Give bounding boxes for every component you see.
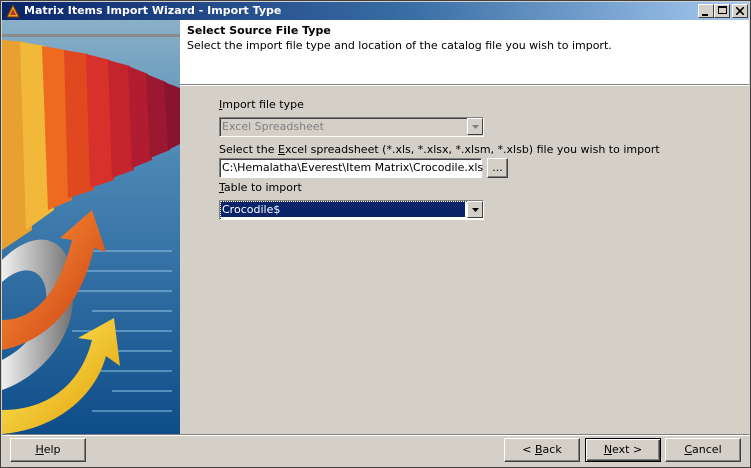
page-description: Select the import file type and location…	[187, 39, 612, 52]
import-file-type-label: Import file type	[219, 98, 304, 111]
spreadsheet-label: Select the Excel spreadsheet (*.xls, *.x…	[219, 143, 660, 156]
maximize-button[interactable]	[714, 4, 730, 18]
page-title: Select Source File Type	[187, 24, 331, 37]
file-path-value: C:\Hemalatha\Everest\Item Matrix\Crocodi…	[222, 161, 484, 174]
wizard-side-image	[2, 20, 180, 434]
browse-button[interactable]: ...	[487, 158, 508, 178]
header-divider	[180, 84, 749, 86]
close-button[interactable]	[732, 4, 748, 18]
import-file-type-dropdown[interactable]: Excel Spreadsheet	[219, 117, 484, 137]
file-path-field[interactable]: C:\Hemalatha\Everest\Item Matrix\Crocodi…	[219, 158, 484, 178]
minimize-icon	[702, 14, 708, 16]
wizard-header: Select Source File Type Select the impor…	[180, 20, 749, 84]
minimize-button[interactable]	[698, 4, 714, 18]
title-bar[interactable]: Matrix Items Import Wizard - Import Type	[2, 2, 749, 20]
close-icon	[735, 6, 745, 16]
help-button[interactable]: Help	[10, 438, 86, 462]
table-to-import-dropdown[interactable]: Crocodile$	[219, 200, 484, 220]
table-to-import-value: Crocodile$	[220, 201, 466, 218]
dropdown-button[interactable]	[467, 201, 483, 218]
chevron-down-icon	[472, 125, 479, 129]
maximize-icon	[717, 6, 727, 14]
wizard-app-icon	[6, 3, 20, 18]
footer-divider	[2, 434, 749, 436]
import-file-type-value: Excel Spreadsheet	[222, 120, 324, 133]
next-button[interactable]: Next >	[585, 438, 661, 462]
table-to-import-label: Table to import	[219, 181, 302, 194]
browse-button-label: ...	[492, 161, 503, 174]
back-button[interactable]: < Back	[504, 438, 580, 462]
cancel-button[interactable]: Cancel	[665, 438, 741, 462]
chevron-down-icon	[472, 208, 479, 212]
import-wizard-window: Matrix Items Import Wizard - Import Type	[0, 0, 751, 468]
window-title: Matrix Items Import Wizard - Import Type	[24, 4, 282, 17]
dropdown-button[interactable]	[467, 118, 483, 135]
